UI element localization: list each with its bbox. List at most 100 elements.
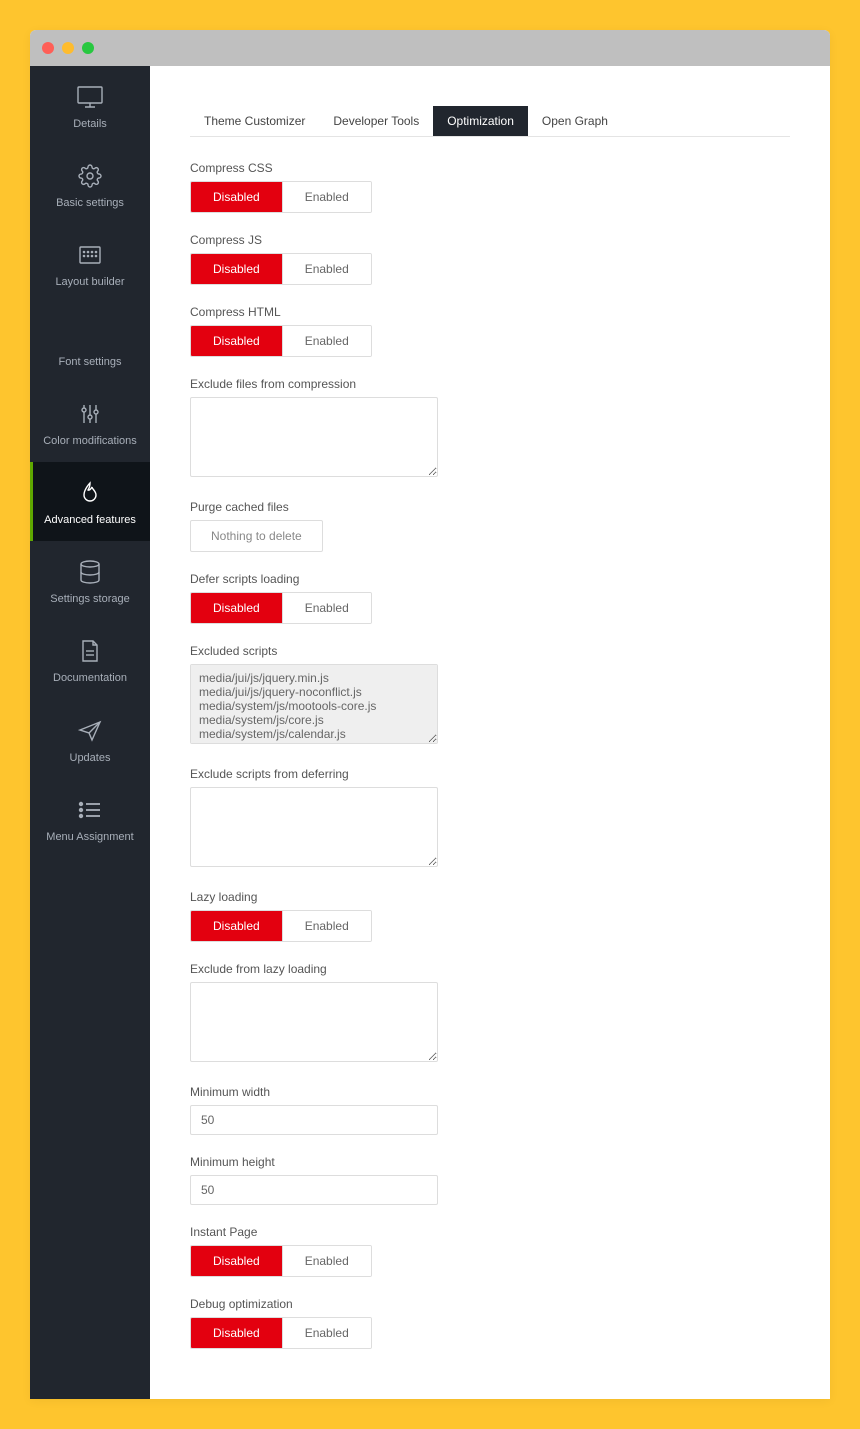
- sidebar-item-layout-builder[interactable]: Layout builder: [30, 224, 150, 303]
- toggle-instant-page: Disabled Enabled: [190, 1245, 372, 1277]
- main-panel: Theme Customizer Developer Tools Optimiz…: [150, 66, 830, 1399]
- field-label: Purge cached files: [190, 500, 790, 514]
- sidebar-label: Basic settings: [56, 197, 124, 209]
- svg-text:a: a: [90, 331, 97, 345]
- tab-developer-tools[interactable]: Developer Tools: [319, 106, 433, 136]
- field-purge-cache: Purge cached files Nothing to delete: [190, 500, 790, 552]
- min-height-input[interactable]: [190, 1175, 438, 1205]
- field-lazy-loading: Lazy loading Disabled Enabled: [190, 890, 790, 942]
- field-compress-html: Compress HTML Disabled Enabled: [190, 305, 790, 357]
- field-label: Excluded scripts: [190, 644, 790, 658]
- sidebar-item-menu-assignment[interactable]: Menu Assignment: [30, 779, 150, 858]
- exclude-compression-input[interactable]: [190, 397, 438, 477]
- field-label: Compress JS: [190, 233, 790, 247]
- gear-icon: [34, 161, 146, 191]
- font-icon: Aa: [34, 320, 146, 350]
- field-compress-js: Compress JS Disabled Enabled: [190, 233, 790, 285]
- toggle-disabled-button[interactable]: Disabled: [191, 1246, 282, 1276]
- paper-plane-icon: [34, 716, 146, 746]
- document-icon: [34, 636, 146, 666]
- toggle-defer-scripts: Disabled Enabled: [190, 592, 372, 624]
- exclude-deferring-input[interactable]: [190, 787, 438, 867]
- field-label: Lazy loading: [190, 890, 790, 904]
- toggle-compress-html: Disabled Enabled: [190, 325, 372, 357]
- field-excluded-scripts: Excluded scripts: [190, 644, 790, 747]
- sidebar-label: Updates: [70, 752, 111, 764]
- field-min-width: Minimum width: [190, 1085, 790, 1135]
- sidebar-label: Font settings: [59, 356, 122, 368]
- field-instant-page: Instant Page Disabled Enabled: [190, 1225, 790, 1277]
- toggle-compress-css: Disabled Enabled: [190, 181, 372, 213]
- sidebar-item-font-settings[interactable]: Aa Font settings: [30, 304, 150, 383]
- sidebar: Details Basic settings Layout builder Aa…: [30, 66, 150, 1399]
- flame-icon: [34, 478, 146, 508]
- purge-cache-button[interactable]: Nothing to delete: [190, 520, 323, 552]
- sidebar-item-basic-settings[interactable]: Basic settings: [30, 145, 150, 224]
- min-width-input[interactable]: [190, 1105, 438, 1135]
- field-label: Debug optimization: [190, 1297, 790, 1311]
- svg-text:A: A: [76, 326, 89, 345]
- toggle-enabled-button[interactable]: Enabled: [282, 254, 371, 284]
- sidebar-item-updates[interactable]: Updates: [30, 700, 150, 779]
- tab-optimization[interactable]: Optimization: [433, 106, 528, 136]
- toggle-enabled-button[interactable]: Enabled: [282, 1318, 371, 1348]
- toggle-disabled-button[interactable]: Disabled: [191, 182, 282, 212]
- sidebar-item-advanced-features[interactable]: Advanced features: [30, 462, 150, 541]
- sidebar-label: Details: [73, 118, 107, 130]
- field-debug-optimization: Debug optimization Disabled Enabled: [190, 1297, 790, 1349]
- traffic-lights: [42, 42, 94, 54]
- sidebar-label: Documentation: [53, 672, 127, 684]
- field-min-height: Minimum height: [190, 1155, 790, 1205]
- field-compress-css: Compress CSS Disabled Enabled: [190, 161, 790, 213]
- tab-theme-customizer[interactable]: Theme Customizer: [190, 106, 319, 136]
- close-icon[interactable]: [42, 42, 54, 54]
- toggle-enabled-button[interactable]: Enabled: [282, 1246, 371, 1276]
- field-exclude-deferring: Exclude scripts from deferring: [190, 767, 790, 870]
- app-body: Details Basic settings Layout builder Aa…: [30, 66, 830, 1399]
- sidebar-label: Menu Assignment: [46, 831, 133, 843]
- field-label: Instant Page: [190, 1225, 790, 1239]
- database-icon: [34, 557, 146, 587]
- toggle-disabled-button[interactable]: Disabled: [191, 326, 282, 356]
- exclude-lazy-input[interactable]: [190, 982, 438, 1062]
- titlebar: [30, 30, 830, 66]
- field-exclude-compression: Exclude files from compression: [190, 377, 790, 480]
- sidebar-label: Color modifications: [43, 435, 137, 447]
- minimize-icon[interactable]: [62, 42, 74, 54]
- sidebar-item-documentation[interactable]: Documentation: [30, 620, 150, 699]
- field-label: Minimum height: [190, 1155, 790, 1169]
- list-icon: [34, 795, 146, 825]
- excluded-scripts-input[interactable]: [190, 664, 438, 744]
- toggle-disabled-button[interactable]: Disabled: [191, 593, 282, 623]
- sidebar-item-settings-storage[interactable]: Settings storage: [30, 541, 150, 620]
- tab-open-graph[interactable]: Open Graph: [528, 106, 622, 136]
- sliders-icon: [34, 399, 146, 429]
- field-label: Exclude from lazy loading: [190, 962, 790, 976]
- app-window: Details Basic settings Layout builder Aa…: [30, 30, 830, 1399]
- sidebar-item-details[interactable]: Details: [30, 66, 150, 145]
- maximize-icon[interactable]: [82, 42, 94, 54]
- field-label: Defer scripts loading: [190, 572, 790, 586]
- field-label: Minimum width: [190, 1085, 790, 1099]
- toggle-disabled-button[interactable]: Disabled: [191, 1318, 282, 1348]
- field-defer-scripts: Defer scripts loading Disabled Enabled: [190, 572, 790, 624]
- toggle-enabled-button[interactable]: Enabled: [282, 326, 371, 356]
- toggle-debug-optimization: Disabled Enabled: [190, 1317, 372, 1349]
- toggle-lazy-loading: Disabled Enabled: [190, 910, 372, 942]
- toggle-enabled-button[interactable]: Enabled: [282, 911, 371, 941]
- sidebar-label: Layout builder: [55, 276, 124, 288]
- field-label: Exclude scripts from deferring: [190, 767, 790, 781]
- field-label: Compress HTML: [190, 305, 790, 319]
- field-label: Compress CSS: [190, 161, 790, 175]
- tabs: Theme Customizer Developer Tools Optimiz…: [190, 106, 790, 137]
- sidebar-label: Advanced features: [44, 514, 136, 526]
- sidebar-item-color-modifications[interactable]: Color modifications: [30, 383, 150, 462]
- toggle-compress-js: Disabled Enabled: [190, 253, 372, 285]
- field-exclude-lazy: Exclude from lazy loading: [190, 962, 790, 1065]
- monitor-icon: [34, 82, 146, 112]
- toggle-enabled-button[interactable]: Enabled: [282, 182, 371, 212]
- toggle-enabled-button[interactable]: Enabled: [282, 593, 371, 623]
- toggle-disabled-button[interactable]: Disabled: [191, 254, 282, 284]
- toggle-disabled-button[interactable]: Disabled: [191, 911, 282, 941]
- field-label: Exclude files from compression: [190, 377, 790, 391]
